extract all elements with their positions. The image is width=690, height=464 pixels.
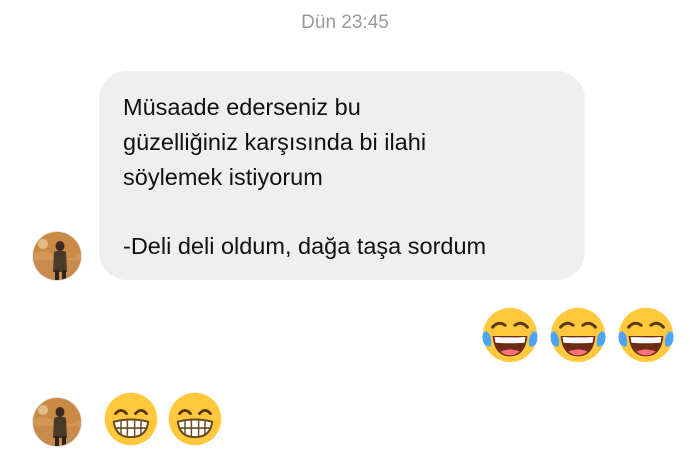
face-with-tears-of-joy-icon xyxy=(550,307,606,363)
sender-avatar[interactable] xyxy=(32,397,82,447)
message-text-line: söylemek istiyorum xyxy=(123,164,323,190)
outgoing-emoji-message[interactable] xyxy=(479,304,677,366)
sender-avatar[interactable] xyxy=(32,231,82,281)
incoming-emoji-message[interactable] xyxy=(102,390,224,448)
message-timestamp: Dün 23:45 xyxy=(301,12,389,33)
incoming-message-bubble[interactable]: Müsaade ederseniz bu güzelliğiniz karşıs… xyxy=(99,71,585,280)
grinning-face-with-smiling-eyes-icon xyxy=(168,392,222,446)
face-with-tears-of-joy-icon xyxy=(618,307,674,363)
message-text-line: -Deli deli oldum, dağa taşa sordum xyxy=(123,233,487,259)
message-text-line: güzelliğiniz karşısında bi ilahi xyxy=(123,129,427,155)
avatar-photo-icon xyxy=(33,398,81,446)
message-text-line: Müsaade ederseniz bu xyxy=(123,94,361,120)
face-with-tears-of-joy-icon xyxy=(482,307,538,363)
avatar-photo-icon xyxy=(33,232,81,280)
grinning-face-with-smiling-eyes-icon xyxy=(104,392,158,446)
